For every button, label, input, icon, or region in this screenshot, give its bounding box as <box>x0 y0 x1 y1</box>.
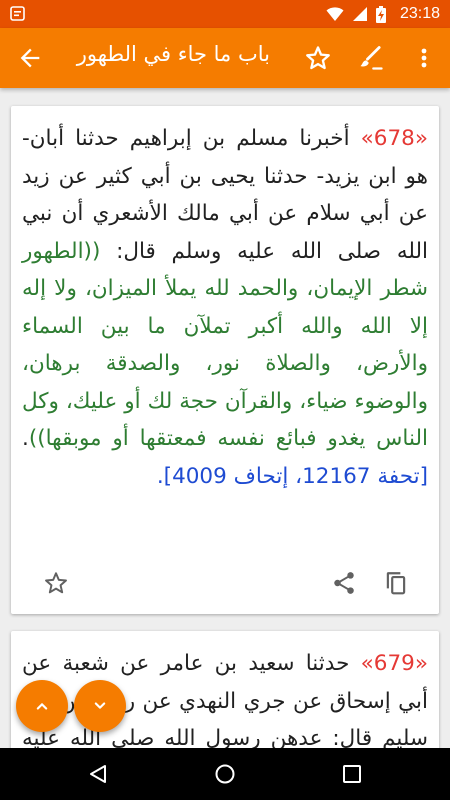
hadith-number: «679» <box>360 651 428 676</box>
hadith-separator: . <box>22 426 29 451</box>
hadith-card: «678» أخبرنا مسلم بن إبراهيم حدثنا أبان-… <box>11 106 439 614</box>
nav-back-icon[interactable] <box>86 762 110 786</box>
app-toolbar: باب ما جاء في الطهور <box>0 28 450 88</box>
chevron-down-icon <box>94 702 106 709</box>
hadith-card: «679» حدثنا سعيد بن عامر عن شعبة عن أبي … <box>11 631 439 748</box>
hadith-text: «678» أخبرنا مسلم بن إبراهيم حدثنا أبان-… <box>11 106 439 495</box>
nav-home-icon[interactable] <box>213 762 237 786</box>
hadith-number: «678» <box>360 126 428 151</box>
status-clock: 23:18 <box>399 5 440 22</box>
battery-charging-icon <box>375 5 386 23</box>
share-icon[interactable] <box>331 570 357 596</box>
more-vert-icon[interactable] <box>414 44 434 72</box>
hadith-matn: ((الطهور شطر الإيمان، والحمد لله يملأ ال… <box>22 238 428 452</box>
wifi-icon <box>326 7 344 21</box>
app-notification-icon <box>10 6 25 21</box>
star-outline-icon[interactable] <box>43 570 69 596</box>
copy-icon[interactable] <box>383 570 409 596</box>
back-arrow-icon[interactable] <box>16 44 44 72</box>
signal-icon <box>352 7 367 21</box>
chevron-up-icon <box>36 703 48 710</box>
scroll-down-button[interactable] <box>74 680 126 732</box>
star-outline-icon[interactable] <box>304 44 332 72</box>
brush-icon[interactable] <box>357 44 385 72</box>
page-title: باب ما جاء في الطهور <box>76 42 270 66</box>
hadith-list[interactable]: «678» أخبرنا مسلم بن إبراهيم حدثنا أبان-… <box>0 88 450 748</box>
hadith-text: «679» حدثنا سعيد بن عامر عن شعبة عن أبي … <box>11 631 439 748</box>
scroll-up-button[interactable] <box>16 680 68 732</box>
status-bar: 23:18 <box>0 0 450 28</box>
system-nav-bar <box>0 748 450 800</box>
card-actions <box>11 554 439 614</box>
nav-recents-icon[interactable] <box>340 762 364 786</box>
hadith-reference: [تحفة 12167، إتحاف 4009]. <box>156 463 428 489</box>
